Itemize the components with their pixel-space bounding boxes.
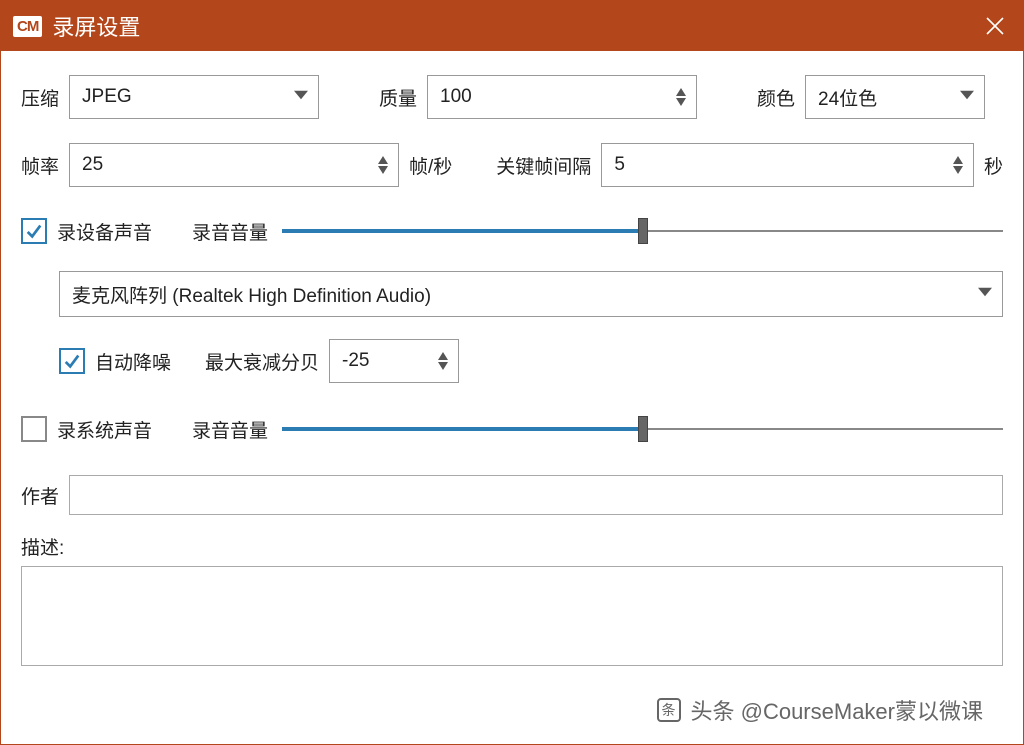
app-logo: CM	[13, 16, 42, 37]
chevron-down-icon	[960, 86, 974, 108]
fps-unit: 帧/秒	[409, 152, 452, 179]
audio-device-value: 麦克风阵列 (Realtek High Definition Audio)	[72, 281, 431, 308]
check-icon	[25, 420, 43, 438]
record-device-checkbox[interactable]	[21, 218, 47, 244]
keyframe-label: 关键帧间隔	[496, 152, 591, 179]
window-title: 录屏设置	[52, 10, 140, 42]
spinner-arrows-icon	[378, 156, 388, 174]
chevron-down-icon	[294, 86, 308, 108]
row-author: 作者	[21, 475, 1003, 515]
max-attenuation-spinner[interactable]: -25	[329, 339, 459, 383]
row-fps-keyframe: 帧率 25 帧/秒 关键帧间隔 5 秒	[21, 143, 1003, 187]
author-label: 作者	[21, 482, 59, 509]
max-attenuation-label: 最大衰减分贝	[205, 348, 319, 375]
watermark-text: 条 头条 @CourseMaker蒙以微课	[657, 694, 984, 726]
device-volume-slider[interactable]	[282, 211, 1003, 251]
spinner-arrows-icon	[953, 156, 963, 174]
color-value: 24位色	[818, 84, 877, 111]
system-volume-slider[interactable]	[282, 409, 1003, 449]
compress-value: JPEG	[82, 86, 132, 108]
row-compress-quality-color: 压缩 JPEG 质量 100 颜色 24位色	[21, 75, 1003, 119]
system-volume-label: 录音音量	[192, 416, 268, 443]
compress-label: 压缩	[21, 84, 59, 111]
description-label: 描述:	[21, 538, 64, 559]
row-description: 描述:	[21, 533, 1003, 671]
check-icon	[25, 222, 43, 240]
quality-spinner[interactable]: 100	[427, 75, 697, 119]
color-label: 颜色	[757, 84, 795, 111]
quality-value: 100	[440, 86, 472, 108]
fps-spinner[interactable]: 25	[69, 143, 399, 187]
color-dropdown[interactable]: 24位色	[805, 75, 985, 119]
max-attenuation-value: -25	[342, 350, 369, 372]
author-input[interactable]	[69, 475, 1003, 515]
spinner-arrows-icon	[438, 352, 448, 370]
row-audio-device: 麦克风阵列 (Realtek High Definition Audio)	[59, 271, 1003, 317]
keyframe-unit: 秒	[984, 152, 1003, 179]
content-area: 压缩 JPEG 质量 100 颜色 24位色 帧率 25	[1, 51, 1023, 671]
keyframe-spinner[interactable]: 5	[601, 143, 974, 187]
spinner-arrows-icon	[676, 88, 686, 106]
fps-value: 25	[82, 154, 103, 176]
keyframe-value: 5	[614, 154, 625, 176]
close-icon	[985, 16, 1005, 36]
record-system-label: 录系统声音	[57, 416, 152, 443]
row-record-device: 录设备声音 录音音量	[21, 211, 1003, 251]
compress-dropdown[interactable]: JPEG	[69, 75, 319, 119]
row-record-system: 录系统声音 录音音量	[21, 409, 1003, 449]
fps-label: 帧率	[21, 152, 59, 179]
quality-label: 质量	[379, 84, 417, 111]
row-auto-denoise: 自动降噪 最大衰减分贝 -25	[59, 339, 1003, 383]
watermark-icon: 条	[657, 698, 681, 722]
close-button[interactable]	[967, 1, 1023, 51]
check-icon	[63, 352, 81, 370]
auto-denoise-label: 自动降噪	[95, 348, 171, 375]
record-device-label: 录设备声音	[57, 218, 152, 245]
device-volume-label: 录音音量	[192, 218, 268, 245]
audio-device-dropdown[interactable]: 麦克风阵列 (Realtek High Definition Audio)	[59, 271, 1003, 317]
chevron-down-icon	[978, 283, 992, 305]
auto-denoise-checkbox[interactable]	[59, 348, 85, 374]
description-textarea[interactable]	[21, 566, 1003, 666]
record-system-checkbox[interactable]	[21, 416, 47, 442]
titlebar: CM 录屏设置	[1, 1, 1023, 51]
